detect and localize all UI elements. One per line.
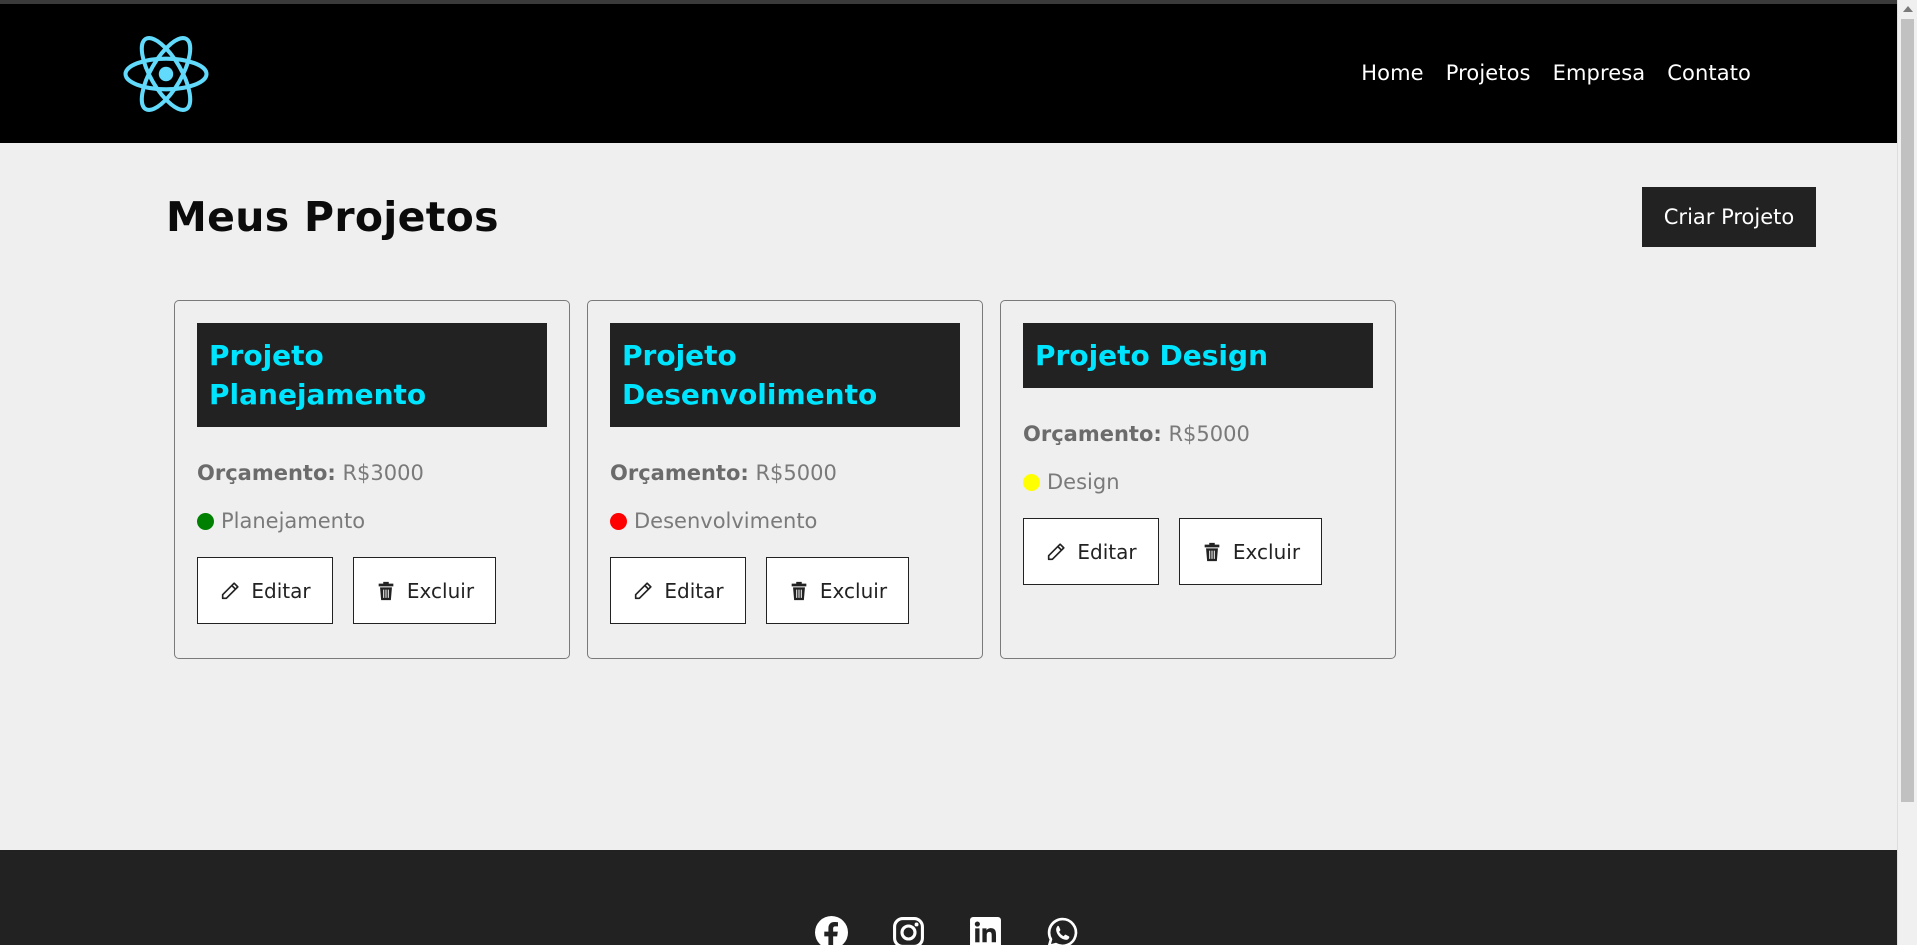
nav-link-home[interactable]: Home: [1361, 61, 1423, 85]
project-cards: Projeto Planejamento Orçamento: R$3000 P…: [174, 300, 1396, 659]
nav-link-projetos[interactable]: Projetos: [1446, 61, 1531, 85]
whatsapp-svg: [1047, 917, 1078, 945]
trash-icon: [378, 581, 394, 600]
project-card: Projeto Design Orçamento: R$5000 Design …: [1000, 300, 1396, 659]
pencil-icon: [635, 581, 653, 599]
facebook-svg: [815, 916, 848, 945]
vertical-scrollbar[interactable]: [1897, 0, 1917, 945]
edit-label: Editar: [1077, 539, 1137, 564]
instagram-svg: [893, 917, 924, 945]
edit-button[interactable]: Editar: [1023, 518, 1159, 585]
category-label: Planejamento: [221, 509, 366, 533]
budget-value: R$5000: [1168, 422, 1250, 446]
card-actions: Editar Excluir: [610, 557, 960, 624]
project-budget: Orçamento: R$3000: [197, 461, 547, 485]
delete-button[interactable]: Excluir: [1179, 518, 1322, 585]
trash-icon: [1204, 542, 1220, 561]
category-dot-icon: [1023, 473, 1040, 491]
page-title: Meus Projetos: [166, 193, 499, 241]
main-content: Meus Projetos Criar Projeto Projeto Plan…: [0, 143, 1897, 850]
create-project-button[interactable]: Criar Projeto: [1642, 187, 1816, 247]
card-actions: Editar Excluir: [1023, 518, 1373, 585]
project-category: Desenvolvimento: [610, 509, 960, 533]
trash-icon: [791, 581, 807, 600]
budget-value: R$3000: [342, 461, 424, 485]
project-title: Projeto Planejamento: [197, 323, 547, 427]
scroll-up-arrow-icon[interactable]: [1903, 6, 1913, 12]
project-title: Projeto Design: [1023, 323, 1373, 388]
edit-button[interactable]: Editar: [197, 557, 333, 624]
budget-label: Orçamento:: [610, 461, 749, 485]
project-category: Design: [1023, 470, 1373, 494]
delete-label: Excluir: [406, 578, 475, 603]
project-card: Projeto Planejamento Orçamento: R$3000 P…: [174, 300, 570, 659]
pencil-icon: [222, 581, 240, 599]
delete-label: Excluir: [819, 578, 888, 603]
nav-link-contato[interactable]: Contato: [1667, 61, 1751, 85]
scrollbar-thumb[interactable]: [1901, 19, 1914, 802]
category-label: Desenvolvimento: [634, 509, 818, 533]
delete-button[interactable]: Excluir: [766, 557, 909, 624]
budget-label: Orçamento:: [1023, 422, 1162, 446]
project-budget: Orçamento: R$5000: [1023, 422, 1373, 446]
project-category: Planejamento: [197, 509, 547, 533]
budget-label: Orçamento:: [197, 461, 336, 485]
project-budget: Orçamento: R$5000: [610, 461, 960, 485]
facebook-icon[interactable]: [815, 916, 848, 945]
category-dot-icon: [197, 512, 214, 530]
delete-label: Excluir: [1232, 539, 1301, 564]
card-actions: Editar Excluir: [197, 557, 547, 624]
budget-value: R$5000: [755, 461, 837, 485]
category-dot-icon: [610, 512, 627, 530]
instagram-icon[interactable]: [892, 916, 925, 945]
edit-label: Editar: [251, 578, 311, 603]
nav-link-empresa[interactable]: Empresa: [1553, 61, 1646, 85]
react-atom-logo-svg: [123, 36, 209, 112]
main-nav: Home Projetos Empresa Contato: [1361, 61, 1751, 85]
social-links: [815, 916, 1079, 945]
linkedin-svg: [970, 917, 1001, 945]
pencil-icon: [1048, 542, 1066, 560]
react-atom-logo-icon[interactable]: [121, 29, 211, 119]
edit-label: Editar: [664, 578, 724, 603]
footer: [0, 850, 1897, 945]
whatsapp-icon[interactable]: [1046, 916, 1079, 945]
project-title: Projeto Desenvolimento: [610, 323, 960, 427]
navbar: Home Projetos Empresa Contato: [0, 4, 1897, 143]
linkedin-icon[interactable]: [969, 916, 1002, 945]
project-card: Projeto Desenvolimento Orçamento: R$5000…: [587, 300, 983, 659]
category-label: Design: [1047, 470, 1120, 494]
delete-button[interactable]: Excluir: [353, 557, 496, 624]
edit-button[interactable]: Editar: [610, 557, 746, 624]
